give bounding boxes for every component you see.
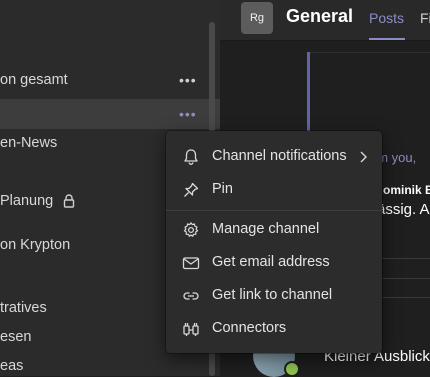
post-accent-bar	[307, 52, 310, 132]
menu-item-pin[interactable]: Pin	[166, 173, 382, 206]
tab-posts[interactable]: Posts	[369, 10, 404, 26]
channel-label: esen	[0, 329, 32, 345]
page-title: General	[286, 6, 354, 26]
bell-icon	[184, 149, 198, 165]
tab-files[interactable]: Fi	[420, 10, 430, 26]
menu-item-label: Connectors	[212, 320, 287, 336]
channel-label: on Krypton	[0, 237, 71, 253]
menu-item-label: Get email address	[212, 254, 330, 270]
connectors-icon	[183, 323, 199, 336]
menu-item-label: Channel notifications	[212, 148, 347, 164]
menu-item-get-link-to-channel[interactable]: Get link to channel	[166, 279, 382, 312]
channel-label: Planung	[0, 193, 54, 209]
channel-item[interactable]: eas	[0, 351, 220, 376]
more-options-icon[interactable]: •••	[179, 99, 197, 129]
pin-icon	[184, 182, 199, 197]
chevron-right-icon	[360, 151, 367, 163]
channel-item[interactable]: on gesamt •••	[0, 65, 220, 95]
menu-item-label: Manage channel	[212, 221, 320, 237]
menu-item-get-email-address[interactable]: Get email address	[166, 246, 382, 279]
channel-label: eas	[0, 358, 24, 374]
menu-item-connectors[interactable]: Connectors	[166, 312, 382, 345]
channel-item-selected[interactable]: •••	[0, 99, 220, 129]
menu-item-label: Get link to channel	[212, 287, 333, 303]
lock-icon	[63, 194, 75, 208]
menu-item-label: Pin	[212, 181, 233, 197]
channel-label: tratives	[0, 300, 47, 316]
post-message: ässig. A	[377, 201, 430, 218]
menu-item-channel-notifications[interactable]: Channel notifications	[166, 140, 382, 173]
channel-label: on gesamt	[0, 72, 68, 88]
post-card	[307, 52, 430, 133]
link-icon	[183, 292, 199, 300]
channel-context-menu: Channel notifications Pin Manage channel…	[166, 131, 382, 353]
envelope-icon	[182, 257, 200, 270]
channel-header: Rg General Posts Fi	[220, 0, 430, 41]
gear-icon	[183, 222, 199, 237]
menu-item-manage-channel[interactable]: Manage channel	[166, 213, 382, 246]
presence-status-icon	[284, 361, 300, 377]
post-author: ominik B	[383, 183, 430, 197]
menu-divider	[166, 210, 382, 211]
team-avatar[interactable]: Rg	[241, 2, 273, 34]
active-tab-indicator	[369, 38, 405, 40]
more-options-icon[interactable]: •••	[179, 65, 197, 95]
channel-label: en-News	[0, 135, 58, 151]
